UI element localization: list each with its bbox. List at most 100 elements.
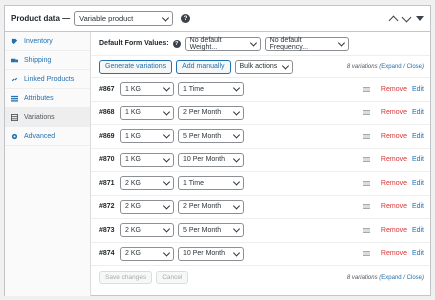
variation-row[interactable]: #869 1 KG 5 Per Month Remove Edit bbox=[91, 125, 430, 149]
edit-link[interactable]: Edit bbox=[412, 133, 424, 140]
variation-row[interactable]: #868 1 KG 2 Per Month Remove Edit bbox=[91, 102, 430, 125]
edit-link[interactable]: Edit bbox=[412, 250, 424, 257]
frequency-select[interactable]: 10 Per Month bbox=[178, 246, 244, 261]
panel-title: Product data — bbox=[11, 14, 71, 23]
weight-select[interactable]: 1 KG bbox=[120, 82, 174, 97]
chevron-down-icon bbox=[249, 38, 257, 47]
close-link[interactable]: Close bbox=[407, 275, 422, 281]
tab-variations[interactable]: Variations bbox=[5, 108, 90, 127]
variation-id: #873 bbox=[99, 226, 115, 234]
edit-link[interactable]: Edit bbox=[412, 86, 424, 93]
weight-value: 1 KG bbox=[125, 109, 141, 117]
add-manually-button[interactable]: Add manually bbox=[176, 59, 231, 74]
frequency-select[interactable]: 2 Per Month bbox=[178, 105, 244, 120]
remove-link[interactable]: Remove bbox=[381, 156, 407, 163]
remove-link[interactable]: Remove bbox=[381, 133, 407, 140]
edit-link[interactable]: Edit bbox=[412, 203, 424, 210]
chevron-down-icon bbox=[162, 202, 171, 210]
default-values-label: Default Form Values: bbox=[99, 40, 169, 47]
frequency-value: 5 Per Month bbox=[183, 226, 222, 234]
help-icon[interactable]: ? bbox=[181, 14, 191, 23]
drag-handle-icon[interactable] bbox=[363, 204, 370, 210]
chevron-down-icon bbox=[232, 84, 241, 92]
cancel-button[interactable]: Cancel bbox=[156, 271, 189, 284]
bulk-actions-select[interactable]: Bulk actions bbox=[234, 59, 293, 74]
drag-handle-icon[interactable] bbox=[363, 180, 370, 186]
weight-value: 2 KG bbox=[125, 203, 141, 211]
remove-link[interactable]: Remove bbox=[381, 203, 407, 210]
chevron-down-icon bbox=[162, 131, 171, 139]
tab-label: Attributes bbox=[24, 94, 54, 102]
chevron-down-icon bbox=[232, 155, 241, 163]
variation-row[interactable]: #872 2 KG 2 Per Month Remove Edit bbox=[91, 196, 430, 219]
frequency-select[interactable]: 10 Per Month bbox=[178, 152, 244, 167]
edit-link[interactable]: Edit bbox=[412, 109, 424, 116]
frequency-value: 10 Per Month bbox=[183, 156, 226, 164]
weight-select[interactable]: 2 KG bbox=[120, 176, 174, 191]
expand-link[interactable]: Expand bbox=[381, 64, 401, 70]
weight-select[interactable]: 1 KG bbox=[120, 152, 174, 167]
expand-link[interactable]: Expand bbox=[381, 275, 401, 281]
drag-handle-icon[interactable] bbox=[363, 251, 370, 257]
drag-handle-icon[interactable] bbox=[363, 157, 370, 163]
remove-link[interactable]: Remove bbox=[381, 250, 407, 257]
tab-attributes[interactable]: Attributes bbox=[5, 89, 90, 108]
tab-inventory[interactable]: Inventory bbox=[5, 32, 90, 51]
chevron-down-icon bbox=[232, 108, 241, 116]
frequency-select[interactable]: 5 Per Month bbox=[178, 223, 244, 238]
frequency-value: 2 Per Month bbox=[183, 203, 222, 211]
frequency-select[interactable]: 1 Time bbox=[178, 176, 244, 191]
help-icon[interactable]: ? bbox=[172, 39, 181, 48]
product-type-select[interactable]: Variable product bbox=[74, 11, 174, 26]
edit-link[interactable]: Edit bbox=[412, 180, 424, 187]
close-link[interactable]: Close bbox=[407, 64, 422, 70]
variation-id: #871 bbox=[99, 179, 115, 187]
remove-link[interactable]: Remove bbox=[381, 86, 407, 93]
remove-link[interactable]: Remove bbox=[381, 180, 407, 187]
frequency-value: 10 Per Month bbox=[183, 250, 226, 258]
weight-select[interactable]: 1 KG bbox=[120, 105, 174, 120]
variation-row[interactable]: #871 2 KG 1 Time Remove Edit bbox=[91, 172, 430, 196]
weight-select[interactable]: 2 KG bbox=[120, 246, 174, 261]
default-frequency-select[interactable]: No default Frequency... bbox=[264, 36, 349, 51]
weight-select[interactable]: 2 KG bbox=[120, 223, 174, 238]
remove-link[interactable]: Remove bbox=[381, 227, 407, 234]
move-down-icon[interactable] bbox=[401, 12, 412, 23]
tab-label: Inventory bbox=[24, 37, 53, 45]
weight-value: 1 KG bbox=[125, 132, 141, 140]
edit-link[interactable]: Edit bbox=[412, 227, 424, 234]
collapse-toggle-icon[interactable] bbox=[416, 16, 424, 21]
frequency-select[interactable]: 1 Time bbox=[178, 82, 244, 97]
frequency-value: 5 Per Month bbox=[183, 132, 222, 140]
chevron-down-icon bbox=[162, 84, 171, 92]
variation-row[interactable]: #870 1 KG 10 Per Month Remove Edit bbox=[91, 149, 430, 172]
weight-select[interactable]: 2 KG bbox=[120, 199, 174, 214]
product-data-tabs: Inventory Shipping Linked Products Attri… bbox=[5, 32, 91, 296]
tab-advanced[interactable]: Advanced bbox=[5, 127, 90, 146]
move-up-icon[interactable] bbox=[388, 15, 399, 26]
frequency-select[interactable]: 5 Per Month bbox=[178, 129, 244, 144]
variation-row[interactable]: #874 2 KG 10 Per Month Remove Edit bbox=[91, 243, 430, 266]
remove-link[interactable]: Remove bbox=[381, 109, 407, 116]
product-type-value: Variable product bbox=[79, 14, 134, 23]
tab-linked-products[interactable]: Linked Products bbox=[5, 70, 90, 89]
drag-handle-icon[interactable] bbox=[363, 86, 370, 92]
default-weight-select[interactable]: No default Weight... bbox=[184, 36, 261, 51]
variation-row[interactable]: #873 2 KG 5 Per Month Remove Edit bbox=[91, 219, 430, 243]
save-changes-button[interactable]: Save changes bbox=[99, 271, 153, 284]
chevron-down-icon bbox=[232, 249, 241, 257]
variation-row[interactable]: #867 1 KG 1 Time Remove Edit bbox=[91, 78, 430, 102]
generate-variations-button[interactable]: Generate variations bbox=[99, 59, 173, 74]
drag-handle-icon[interactable] bbox=[363, 110, 370, 116]
chevron-down-icon bbox=[232, 225, 241, 233]
drag-handle-icon[interactable] bbox=[363, 133, 370, 139]
edit-link[interactable]: Edit bbox=[412, 156, 424, 163]
weight-value: 2 KG bbox=[125, 250, 141, 258]
variation-id: #870 bbox=[99, 156, 115, 164]
weight-value: 1 KG bbox=[125, 85, 141, 93]
chevron-down-icon bbox=[162, 178, 171, 186]
drag-handle-icon[interactable] bbox=[363, 227, 370, 233]
weight-select[interactable]: 1 KG bbox=[120, 129, 174, 144]
tab-shipping[interactable]: Shipping bbox=[5, 51, 90, 70]
frequency-select[interactable]: 2 Per Month bbox=[178, 199, 244, 214]
